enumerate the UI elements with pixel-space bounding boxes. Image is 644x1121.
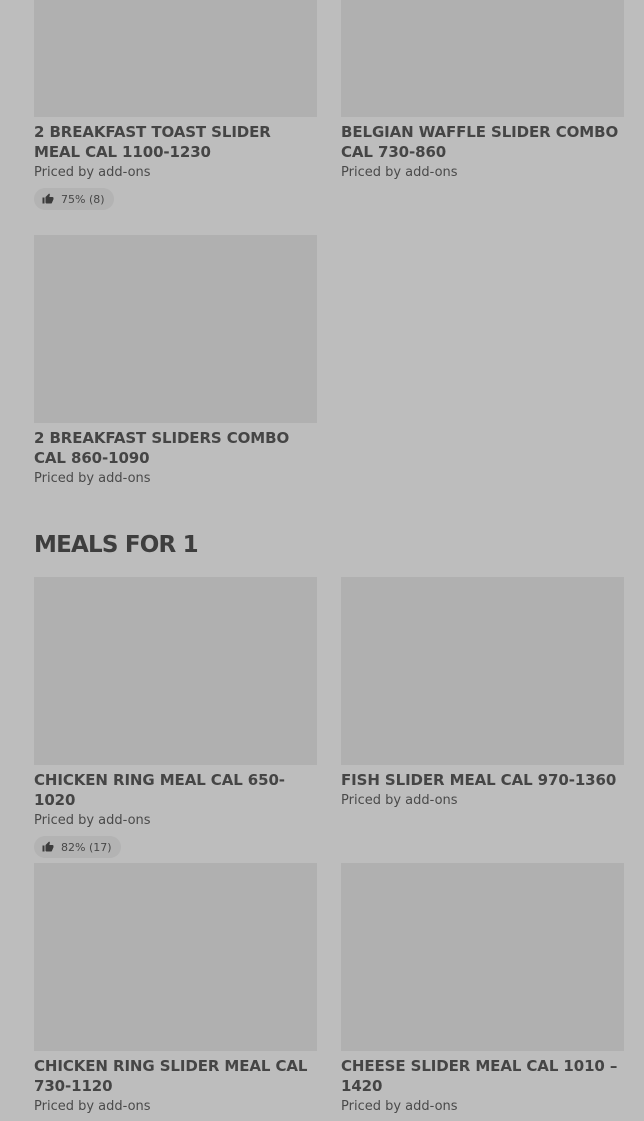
item-name: CHICKEN RING SLIDER MEAL CAL 730-1120	[34, 1057, 308, 1095]
item-name: BELGIAN WAFFLE SLIDER COMBO CAL 730-860	[341, 123, 619, 161]
item-name: 2 BREAKFAST TOAST SLIDER MEAL CAL 1100-1…	[34, 123, 271, 161]
menu-item-card[interactable]: FISH SLIDER MEAL CAL 970-1360 Priced by …	[341, 577, 624, 810]
item-price: Priced by add-ons	[34, 813, 151, 828]
item-image	[34, 0, 317, 117]
item-image	[34, 235, 317, 423]
item-price: Priced by add-ons	[341, 165, 458, 180]
item-price: Priced by add-ons	[34, 165, 151, 180]
rating-text: 75% (8)	[61, 192, 105, 206]
item-name: CHICKEN RING MEAL CAL 650-1020	[34, 771, 285, 809]
item-image	[341, 0, 624, 117]
item-name: CHEESE SLIDER MEAL CAL 1010 – 1420	[341, 1057, 618, 1095]
rating-text: 82% (17)	[61, 840, 112, 854]
menu-item-card[interactable]: 2 BREAKFAST TOAST SLIDER MEAL CAL 1100-1…	[34, 0, 317, 210]
menu-item-card[interactable]: BELGIAN WAFFLE SLIDER COMBO CAL 730-860 …	[341, 0, 624, 182]
item-price: Priced by add-ons	[341, 793, 458, 808]
item-image	[34, 863, 317, 1051]
rating-badge: 82% (17)	[34, 836, 121, 858]
item-name: 2 BREAKFAST SLIDERS COMBO CAL 860-1090	[34, 429, 290, 467]
thumbs-up-icon	[42, 193, 54, 204]
item-price: Priced by add-ons	[34, 1099, 151, 1114]
menu-item-card[interactable]: 2 BREAKFAST SLIDERS COMBO CAL 860-1090 P…	[34, 235, 317, 488]
menu-item-card[interactable]: CHICKEN RING SLIDER MEAL CAL 730-1120 Pr…	[34, 863, 317, 1116]
section-title: MEALS FOR 1	[34, 532, 199, 558]
item-name: FISH SLIDER MEAL CAL 970-1360	[341, 771, 617, 789]
thumbs-up-icon	[42, 841, 54, 852]
menu-item-card[interactable]: CHEESE SLIDER MEAL CAL 1010 – 1420 Price…	[341, 863, 624, 1116]
menu-item-card[interactable]: CHICKEN RING MEAL CAL 650-1020 Priced by…	[34, 577, 317, 858]
rating-badge: 75% (8)	[34, 188, 114, 210]
item-image	[341, 577, 624, 765]
item-image	[34, 577, 317, 765]
item-price: Priced by add-ons	[34, 471, 151, 486]
item-image	[341, 863, 624, 1051]
item-price: Priced by add-ons	[341, 1099, 458, 1114]
